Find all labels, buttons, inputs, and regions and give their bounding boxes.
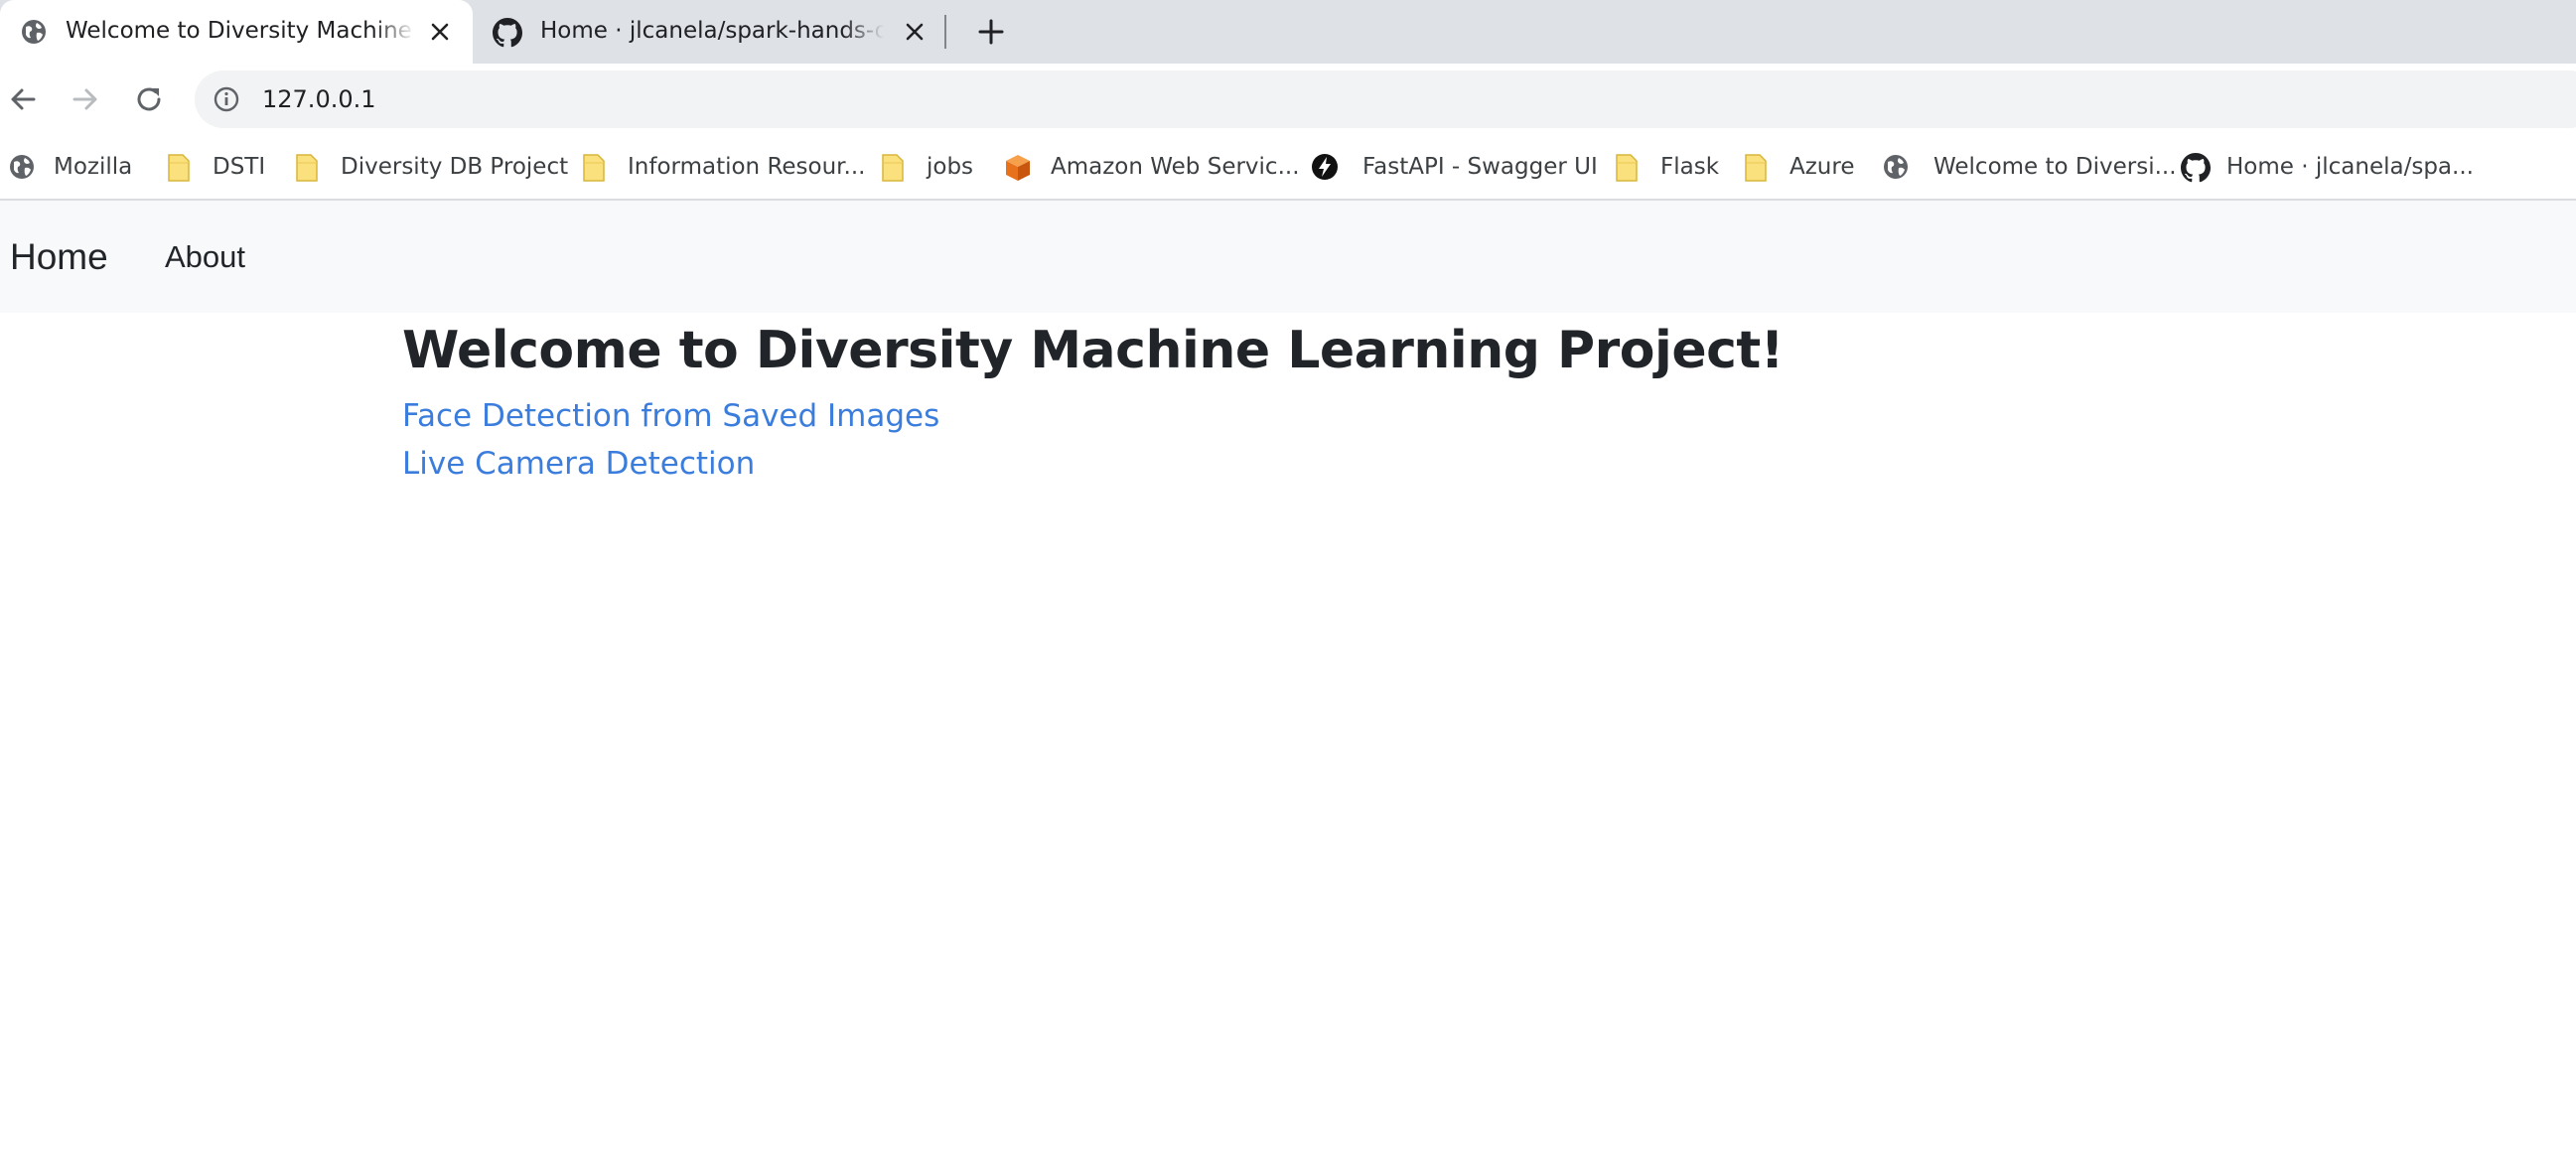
folder-icon	[580, 153, 608, 182]
arrow-left-icon	[11, 88, 36, 110]
bookmark-label: Azure	[1789, 154, 1855, 180]
close-tab-icon[interactable]	[425, 17, 455, 47]
bookmark-github-home[interactable]: Home · jlcanela/spa...	[2181, 135, 2474, 199]
page-title: Welcome to Diversity Machine Learning Pr…	[402, 321, 1785, 380]
page-viewport: Home About Welcome to Diversity Machine …	[0, 201, 2576, 1149]
folder-icon	[1742, 153, 1770, 182]
tab-separator	[944, 15, 946, 49]
globe-icon	[8, 153, 36, 181]
close-tab-icon[interactable]	[900, 17, 930, 47]
nav-about-link[interactable]: About	[165, 201, 245, 313]
globe-icon	[1882, 153, 1910, 181]
lightning-icon	[1311, 153, 1339, 181]
bookmark-information-resources[interactable]: Information Resour...	[580, 135, 865, 199]
bookmarks-bar: Mozilla DSTI Diversity DB Project Inform…	[0, 135, 2576, 201]
github-icon	[2181, 153, 2211, 183]
address-bar[interactable]: 127.0.0.1	[195, 71, 2576, 128]
folder-icon	[1613, 153, 1641, 182]
address-url: 127.0.0.1	[262, 85, 376, 113]
globe-icon	[20, 18, 48, 46]
bookmark-diversity-db[interactable]: Diversity DB Project	[293, 135, 568, 199]
live-camera-link[interactable]: Live Camera Detection	[402, 446, 755, 482]
bookmark-aws[interactable]: Amazon Web Servic...	[1003, 135, 1300, 199]
forward-button[interactable]	[66, 79, 105, 119]
bookmark-label: Amazon Web Servic...	[1051, 154, 1300, 180]
plus-icon	[978, 19, 1004, 45]
bookmark-jobs[interactable]: jobs	[879, 135, 973, 199]
aws-cube-icon	[1003, 153, 1031, 181]
browser-toolbar: 127.0.0.1	[0, 64, 2576, 135]
bookmark-fastapi[interactable]: FastAPI - Swagger UI	[1311, 135, 1598, 199]
folder-icon	[293, 153, 321, 182]
tab-strip: Welcome to Diversity Machine Learning Pr…	[0, 0, 2576, 64]
bookmark-flask[interactable]: Flask	[1613, 135, 1719, 199]
bookmark-label: DSTI	[213, 154, 266, 180]
bookmark-label: jobs	[927, 154, 974, 180]
face-detection-link[interactable]: Face Detection from Saved Images	[402, 398, 939, 434]
back-button[interactable]	[3, 79, 43, 119]
bookmark-label: Flask	[1660, 154, 1720, 180]
bookmark-dsti[interactable]: DSTI	[165, 135, 265, 199]
bookmark-label: Home · jlcanela/spa...	[2226, 154, 2474, 180]
nav-home-link[interactable]: Home	[10, 201, 108, 313]
reload-icon	[137, 87, 161, 111]
site-navbar: Home About	[0, 201, 2576, 313]
tab-title: Home · jlcanela/spark-hands-on Wiki	[540, 18, 884, 44]
bookmark-azure[interactable]: Azure	[1742, 135, 1855, 199]
github-icon	[493, 18, 522, 48]
folder-icon	[165, 153, 193, 182]
reload-button[interactable]	[129, 79, 169, 119]
tab-title: Welcome to Diversity Machine Learning Pr…	[66, 18, 415, 44]
bookmark-label: Information Resour...	[628, 154, 866, 180]
bookmark-label: Welcome to Diversi...	[1933, 154, 2177, 180]
folder-icon	[879, 153, 907, 182]
tab-github-wiki[interactable]: Home · jlcanela/spark-hands-on Wiki	[475, 0, 941, 64]
info-icon[interactable]	[213, 85, 240, 113]
tab-welcome[interactable]: Welcome to Diversity Machine Learning Pr…	[0, 0, 473, 64]
bookmark-label: Mozilla	[54, 154, 133, 180]
new-tab-button[interactable]	[973, 14, 1009, 50]
arrow-right-icon	[72, 88, 97, 110]
bookmark-mozilla[interactable]: Mozilla	[8, 135, 132, 199]
bookmark-label: FastAPI - Swagger UI	[1362, 154, 1598, 180]
bookmark-welcome-diversity[interactable]: Welcome to Diversi...	[1882, 135, 2177, 199]
bookmark-label: Diversity DB Project	[341, 154, 569, 180]
